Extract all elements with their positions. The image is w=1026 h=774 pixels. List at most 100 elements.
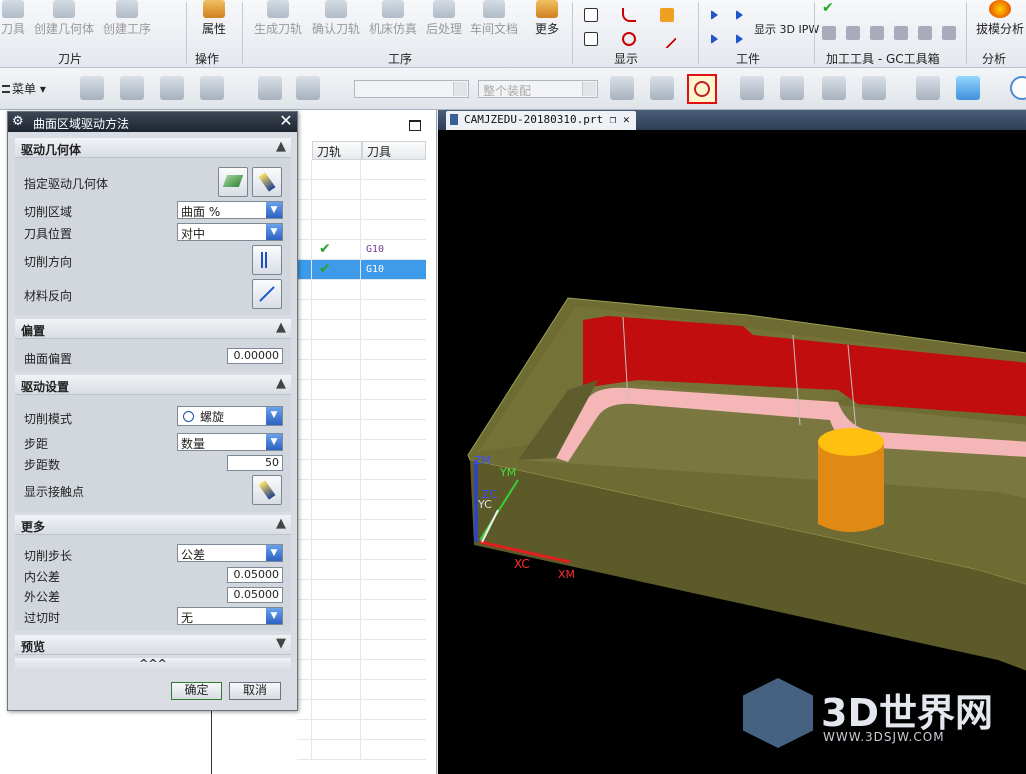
pointer-icon[interactable]	[780, 76, 804, 100]
collapse-icon[interactable]: ▲	[276, 139, 286, 154]
table-row[interactable]	[297, 400, 426, 420]
table-row[interactable]	[297, 380, 426, 400]
select-geometry-button[interactable]	[218, 167, 248, 197]
tab-part-file[interactable]: CAMJZEDU-20180310.prt ❐ ✕	[446, 111, 636, 130]
solid-icon[interactable]	[916, 76, 940, 100]
tool-icon[interactable]	[846, 26, 860, 40]
section-offset[interactable]: 偏置 ▲	[15, 319, 291, 339]
shop-docs-button[interactable]: 车间文档	[468, 0, 520, 44]
create-geometry-button[interactable]: 创建几何体	[33, 0, 95, 44]
cube-icon[interactable]	[822, 76, 846, 100]
table-row[interactable]	[297, 300, 426, 320]
cancel-button[interactable]: 取消	[229, 682, 281, 700]
table-row[interactable]	[297, 340, 426, 360]
overcut-select[interactable]: 无 ▼	[177, 607, 283, 625]
column-header-toolpath[interactable]: 刀轨	[312, 141, 362, 160]
table-row[interactable]	[297, 520, 426, 540]
display-toggle-icon[interactable]	[584, 8, 598, 22]
cut-step-select[interactable]: 公差 ▼	[177, 544, 283, 562]
collapse-icon[interactable]: ▲	[276, 376, 286, 391]
cube-icon[interactable]	[956, 76, 980, 100]
selection-scope-select[interactable]: 整个装配	[478, 80, 598, 98]
type-filter-select[interactable]	[354, 80, 469, 98]
collapse-all-button[interactable]: ^^^	[15, 658, 291, 672]
table-row[interactable]	[297, 420, 426, 440]
table-row[interactable]	[297, 220, 426, 240]
tool-icon[interactable]	[822, 26, 836, 40]
gear-icon[interactable]: ⚙	[12, 114, 24, 129]
column-header-tool[interactable]: 刀具	[362, 141, 426, 160]
machine-simulation-button[interactable]: 机床仿真	[367, 0, 419, 44]
table-row[interactable]	[297, 480, 426, 500]
collapse-icon[interactable]: ▲	[276, 320, 286, 335]
table-row[interactable]	[297, 700, 426, 720]
outtol-input[interactable]: 0.05000	[227, 587, 283, 603]
flashlight-button[interactable]	[252, 167, 282, 197]
tool-button[interactable]: 刀具	[0, 0, 26, 44]
navigator-method-icon[interactable]	[200, 76, 224, 100]
orient-icon[interactable]	[1010, 76, 1026, 100]
table-row[interactable]	[297, 620, 426, 640]
filter-icon[interactable]	[650, 76, 674, 100]
create-operation-button[interactable]: 创建工序	[101, 0, 153, 44]
close-icon[interactable]: ✕	[278, 113, 294, 129]
tool-position-select[interactable]: 对中 ▼	[177, 223, 283, 241]
cut-mode-select[interactable]: 螺旋 ▼	[177, 406, 283, 426]
tool-icon[interactable]	[894, 26, 908, 40]
table-row[interactable]	[297, 540, 426, 560]
arrow-icon[interactable]	[736, 10, 743, 20]
section-drive-geometry[interactable]: 驱动几何体 ▲	[15, 138, 291, 158]
box-select-icon[interactable]	[862, 76, 886, 100]
display-toggle-icon[interactable]	[584, 32, 598, 46]
navigator-machine-icon[interactable]	[120, 76, 144, 100]
postprocess-button[interactable]: 后处理	[424, 0, 464, 44]
cut-direction-button[interactable]	[252, 245, 282, 275]
table-row[interactable]: ✔ G10	[297, 240, 426, 260]
section-preview[interactable]: 预览 ▼	[15, 635, 291, 655]
close-icon[interactable]: ✕	[623, 113, 630, 126]
tool-icon[interactable]	[870, 26, 884, 40]
draft-analysis-button[interactable]: 拔模分析	[974, 0, 1026, 44]
maximize-icon[interactable]	[409, 120, 421, 131]
table-row[interactable]	[297, 680, 426, 700]
stepover-select[interactable]: 数量 ▼	[177, 433, 283, 451]
intol-input[interactable]: 0.05000	[227, 567, 283, 583]
expand-icon[interactable]: ▼	[276, 636, 286, 651]
tool-icon[interactable]	[918, 26, 932, 40]
graphics-window[interactable]: ZM YM ZC YC XC XM 3D世界网 WWW.3DSJW.COM	[438, 130, 1026, 774]
show-3d-ipw-button[interactable]: 显示 3D IPW	[754, 24, 819, 67]
generate-toolpath-button[interactable]: 生成刀轨	[252, 0, 304, 44]
table-row[interactable]	[297, 320, 426, 340]
table-row[interactable]	[297, 180, 426, 200]
arrow-icon[interactable]	[711, 10, 718, 20]
view-icon[interactable]	[258, 76, 282, 100]
verify-toolpath-button[interactable]: 确认刀轨	[310, 0, 362, 44]
cut-area-select[interactable]: 曲面 % ▼	[177, 201, 283, 219]
section-more[interactable]: 更多 ▲	[15, 515, 291, 535]
section-drive-settings[interactable]: 驱动设置 ▲	[15, 375, 291, 395]
table-row[interactable]	[297, 740, 426, 760]
table-row[interactable]	[297, 500, 426, 520]
properties-button[interactable]: 属性	[197, 0, 231, 44]
ok-button[interactable]: 确定	[171, 682, 222, 700]
table-row[interactable]	[297, 660, 426, 680]
cone-icon[interactable]	[660, 8, 674, 22]
show-contact-points-button[interactable]	[252, 475, 282, 505]
table-row[interactable]	[297, 280, 426, 300]
more-button[interactable]: 更多	[530, 0, 564, 44]
surface-offset-input[interactable]: 0.00000	[227, 348, 283, 364]
table-row[interactable]	[297, 440, 426, 460]
table-row[interactable]	[297, 460, 426, 480]
point-filter-button[interactable]	[687, 74, 717, 104]
snap-icon[interactable]	[610, 76, 634, 100]
navigator-geometry-icon[interactable]	[160, 76, 184, 100]
table-row[interactable]	[297, 160, 426, 180]
table-row[interactable]	[297, 720, 426, 740]
curve-icon[interactable]	[622, 8, 636, 22]
circle-icon[interactable]	[622, 32, 636, 46]
table-row[interactable]	[297, 580, 426, 600]
table-row[interactable]: ✔ G10	[297, 260, 426, 280]
table-row[interactable]	[297, 640, 426, 660]
arrow-icon[interactable]	[736, 34, 743, 44]
table-row[interactable]	[297, 560, 426, 580]
